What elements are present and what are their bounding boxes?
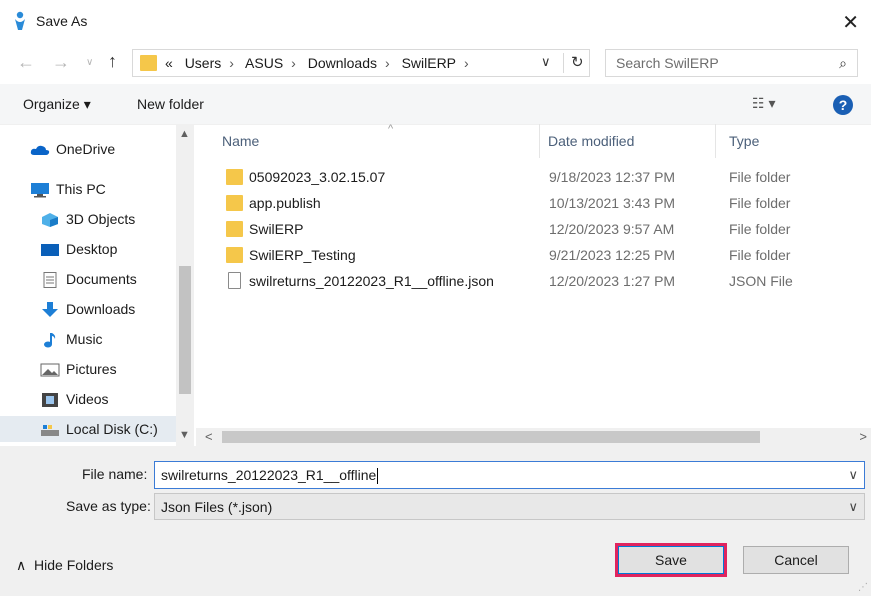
title-bar: Save As ✕ [0, 0, 871, 44]
search-box[interactable]: Search SwilERP ⌕ [605, 49, 858, 77]
breadcrumb-users[interactable]: Users [185, 55, 222, 71]
file-icon [228, 272, 241, 289]
organize-button[interactable]: Organize ▾ [23, 96, 91, 113]
folder-icon [226, 195, 243, 211]
sidebar-item-pictures[interactable]: Pictures [40, 356, 117, 382]
scrollbar-thumb[interactable] [179, 266, 191, 394]
column-header-date-modified[interactable]: Date modified [536, 124, 716, 158]
download-icon [42, 302, 58, 318]
save-as-type-label: Save as type: [66, 498, 151, 514]
app-icon [15, 11, 25, 30]
chevron-up-icon: ∧ [16, 557, 27, 573]
folder-icon [226, 247, 243, 263]
music-icon [44, 333, 56, 348]
save-button[interactable]: Save [615, 543, 727, 577]
search-placeholder: Search SwilERP [616, 55, 719, 71]
save-form: File name: swilreturns_20122023_R1__offl… [0, 446, 871, 596]
document-icon [43, 272, 57, 289]
sidebar-item-onedrive[interactable]: OneDrive [30, 136, 115, 162]
scrollbar-thumb[interactable] [222, 431, 760, 443]
recent-locations-chevron-icon[interactable]: ∨ [86, 57, 93, 68]
save-as-type-select[interactable]: Json Files (*.json) ∨ [154, 493, 865, 520]
close-icon[interactable]: ✕ [842, 10, 859, 35]
file-list: Name ^ Date modified Type 05092023_3.02.… [196, 123, 871, 424]
chevron-right-icon[interactable]: › [291, 55, 296, 71]
column-header-type[interactable]: Type [717, 124, 871, 158]
chevron-down-icon[interactable]: ∨ [848, 499, 858, 515]
scroll-down-icon[interactable]: ▼ [179, 429, 190, 441]
table-row[interactable]: SwilERP_Testing 9/21/2023 12:25 PM File … [196, 242, 871, 268]
cloud-icon [30, 146, 50, 156]
file-name-input[interactable]: swilreturns_20122023_R1__offline ∨ [154, 461, 865, 489]
monitor-icon [31, 183, 49, 198]
table-row[interactable]: 05092023_3.02.15.07 9/18/2023 12:37 PM F… [196, 164, 871, 190]
table-row[interactable]: app.publish 10/13/2021 3:43 PM File fold… [196, 190, 871, 216]
sidebar-item-3d-objects[interactable]: 3D Objects [40, 206, 135, 232]
sidebar-item-local-disk[interactable]: Local Disk (C:) [0, 416, 176, 442]
chevron-right-icon[interactable]: › [464, 55, 469, 71]
toolbar: Organize ▾ New folder ☷ ▾ ? [0, 84, 871, 125]
new-folder-button[interactable]: New folder [137, 96, 204, 112]
chevron-down-icon[interactable]: ∨ [541, 54, 551, 70]
folder-icon [226, 221, 243, 237]
breadcrumb-downloads[interactable]: Downloads [308, 55, 377, 71]
folder-icon [226, 169, 243, 185]
back-arrow-icon[interactable]: ← [17, 52, 35, 73]
folder-icon [140, 55, 157, 71]
scroll-right-icon[interactable]: > [859, 429, 867, 444]
search-icon[interactable]: ⌕ [839, 55, 847, 72]
disk-icon [41, 425, 59, 437]
table-row[interactable]: swilreturns_20122023_R1__offline.json 12… [196, 268, 871, 294]
chevron-right-icon[interactable]: › [229, 55, 234, 71]
file-name-label: File name: [82, 466, 148, 482]
sidebar-item-this-pc[interactable]: This PC [30, 176, 106, 202]
table-row[interactable]: SwilERP 12/20/2023 9:57 AM File folder [196, 216, 871, 242]
film-icon [42, 393, 58, 408]
file-list-scrollbar[interactable]: < > [196, 428, 871, 446]
breadcrumb-asus[interactable]: ASUS [245, 55, 283, 71]
scroll-up-icon[interactable]: ▲ [179, 128, 190, 140]
breadcrumb-swilerp[interactable]: SwilERP [402, 55, 456, 71]
sidebar-item-music[interactable]: Music [40, 326, 103, 352]
sidebar-item-downloads[interactable]: Downloads [40, 296, 135, 322]
sort-ascending-icon: ^ [388, 123, 394, 135]
resize-grip-icon[interactable]: ⋰ [858, 582, 868, 593]
scroll-left-icon[interactable]: < [205, 429, 213, 444]
breadcrumb: « Users › ASUS › Downloads › SwilERP › [165, 55, 477, 71]
up-arrow-icon[interactable]: ↑ [108, 51, 117, 72]
address-bar[interactable]: « Users › ASUS › Downloads › SwilERP › ∨ ↻ [132, 49, 590, 77]
sidebar-item-desktop[interactable]: Desktop [40, 236, 117, 262]
chevron-down-icon[interactable]: ∨ [848, 467, 858, 483]
file-name-value: swilreturns_20122023_R1__offline [161, 467, 379, 485]
forward-arrow-icon[interactable]: → [52, 52, 70, 73]
breadcrumb-overflow[interactable]: « [165, 55, 173, 71]
column-header-name[interactable]: Name ^ [210, 123, 540, 158]
window-title: Save As [36, 13, 88, 29]
sidebar-item-documents[interactable]: Documents [40, 266, 137, 292]
sidebar-item-videos[interactable]: Videos [40, 386, 109, 412]
navigation-pane: OneDrive This PC 3D Objects Desktop Docu… [0, 124, 196, 446]
picture-icon [40, 363, 60, 377]
view-options-icon[interactable]: ☷ ▾ [752, 95, 775, 112]
cube-icon [42, 213, 58, 228]
help-icon[interactable]: ? [833, 95, 853, 115]
navigation-bar: ← → ∨ ↑ « Users › ASUS › Downloads › SwilER… [0, 44, 871, 84]
text-caret [377, 468, 379, 485]
hide-folders-button[interactable]: ∧ Hide Folders [16, 557, 113, 574]
sidebar-scrollbar[interactable]: ▲ ▼ [176, 124, 194, 446]
cancel-button[interactable]: Cancel [743, 546, 849, 574]
chevron-right-icon[interactable]: › [385, 55, 390, 71]
desktop-icon [41, 244, 59, 257]
refresh-icon[interactable]: ↻ [563, 53, 584, 73]
